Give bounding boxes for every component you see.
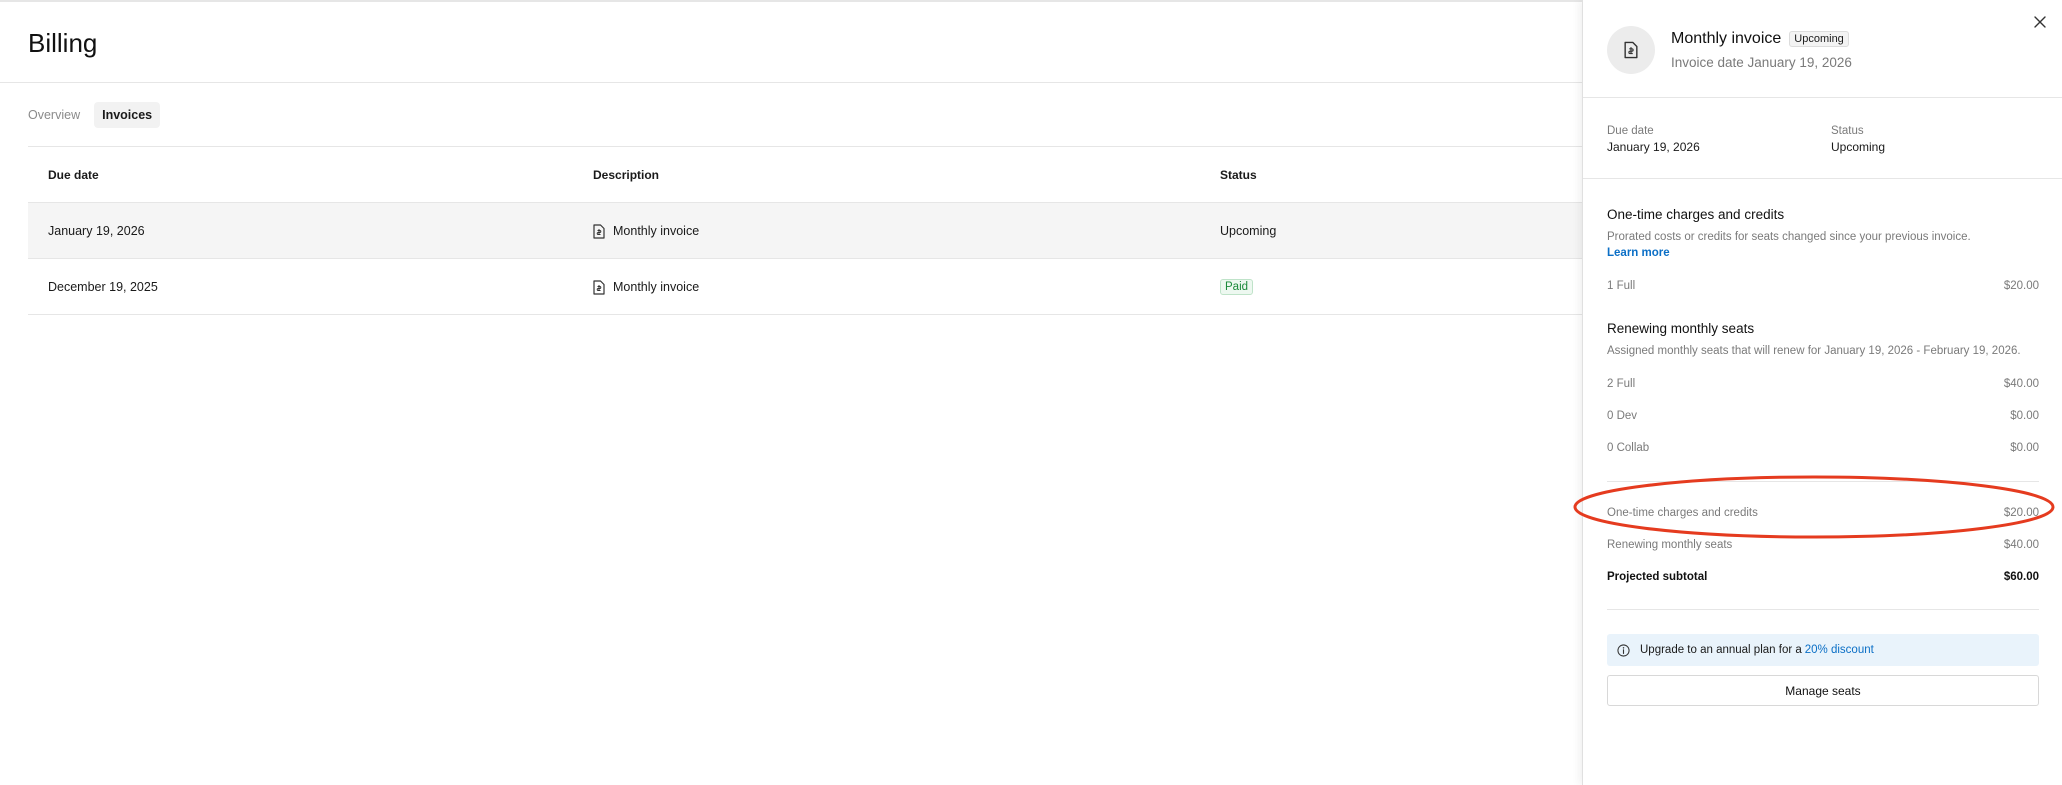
learn-more-link[interactable]: Learn more (1607, 247, 1670, 259)
renewing-description: Assigned monthly seats that will renew f… (1607, 345, 2021, 357)
row-description: Monthly invoice (593, 203, 699, 259)
line-item-label: 2 Full (1607, 378, 1636, 390)
invoice-document-icon (593, 223, 605, 239)
info-icon (1617, 643, 1630, 657)
line-item-label: 0 Dev (1607, 410, 1638, 422)
page-header: Billing (0, 2, 1582, 83)
summary-renewing: Renewing monthly seats $40.00 (1607, 537, 2039, 553)
summary-amount: $40.00 (2003, 539, 2039, 551)
discount-link[interactable]: 20% discount (1805, 644, 1874, 656)
row-description-text: Monthly invoice (613, 280, 700, 294)
summary-one-time: One-time charges and credits $20.00 (1607, 505, 2039, 521)
invoices-table: Due date Description Status January 19, … (28, 147, 1582, 315)
panel-title: Monthly invoice Upcoming (1671, 30, 1849, 48)
invoice-avatar (1607, 26, 1655, 74)
invoice-detail-panel: Monthly invoice Upcoming Invoice date Ja… (1582, 0, 2062, 785)
line-item: 2 Full $40.00 (1607, 376, 2039, 392)
manage-seats-button[interactable]: Manage seats (1607, 675, 2039, 706)
invoice-document-icon (593, 279, 605, 295)
summary-divider (1607, 481, 2039, 482)
panel-divider (1583, 97, 2062, 98)
tab-bar: Overview Invoices (28, 102, 161, 128)
table-row[interactable]: January 19, 2026 Monthly invoice Upcomin… (28, 203, 1582, 259)
line-item: 1 Full $20.00 (1607, 278, 2039, 294)
status-badge: Upcoming (1789, 31, 1849, 47)
line-item: 0 Collab $0.00 (1607, 440, 2039, 456)
status-label: Status (1831, 125, 1864, 137)
header-due-date: Due date (48, 168, 99, 182)
tab-invoices[interactable]: Invoices (94, 102, 161, 128)
line-item: 0 Dev $0.00 (1607, 408, 2039, 424)
billing-main: Billing Overview Invoices Due date Descr… (0, 0, 1582, 785)
line-item-label: 1 Full (1607, 280, 1636, 292)
line-item-amount: $0.00 (2010, 442, 2039, 454)
status-badge-paid: Paid (1220, 279, 1254, 295)
page-title: Billing (28, 28, 98, 58)
summary-label: Renewing monthly seats (1607, 539, 1733, 551)
row-description-text: Monthly invoice (613, 224, 700, 238)
panel-title-text: Monthly invoice (1671, 30, 1782, 47)
upgrade-banner: Upgrade to an annual plan for a 20% disc… (1607, 634, 2039, 666)
upgrade-text: Upgrade to an annual plan for a (1640, 644, 1802, 656)
row-status: Paid (1220, 259, 1254, 315)
row-due-date: December 19, 2025 (48, 280, 158, 294)
invoice-date: Invoice date January 19, 2026 (1671, 55, 1852, 70)
row-description: Monthly invoice (593, 259, 699, 315)
one-time-title: One-time charges and credits (1607, 207, 1785, 222)
table-header: Due date Description Status (28, 147, 1582, 203)
header-status: Status (1220, 168, 1257, 182)
tab-overview[interactable]: Overview (28, 102, 80, 128)
subtotal-amount: $60.00 (2003, 571, 2039, 583)
line-item-amount: $0.00 (2010, 410, 2039, 422)
summary-divider (1607, 609, 2039, 610)
one-time-description: Prorated costs or credits for seats chan… (1607, 231, 1971, 243)
status-value: Upcoming (1831, 140, 1886, 154)
table-row[interactable]: December 19, 2025 Monthly invoice Paid (28, 259, 1582, 315)
projected-subtotal: Projected subtotal $60.00 (1607, 569, 2039, 585)
subtotal-label: Projected subtotal (1607, 571, 1708, 583)
header-description: Description (593, 168, 660, 182)
due-date-value: January 19, 2026 (1607, 140, 1700, 154)
invoice-document-icon (1624, 41, 1638, 59)
renewing-title: Renewing monthly seats (1607, 321, 1755, 336)
close-icon[interactable] (2032, 14, 2048, 30)
summary-label: One-time charges and credits (1607, 507, 1758, 519)
line-item-amount: $20.00 (2003, 280, 2039, 292)
summary-amount: $20.00 (2003, 507, 2039, 519)
line-item-label: 0 Collab (1607, 442, 1650, 454)
row-status: Upcoming (1220, 224, 1277, 238)
app: Billing Overview Invoices Due date Descr… (0, 0, 2062, 785)
due-date-label: Due date (1607, 125, 1654, 137)
row-due-date: January 19, 2026 (48, 224, 145, 238)
line-item-amount: $40.00 (2003, 378, 2039, 390)
panel-divider (1583, 178, 2062, 179)
